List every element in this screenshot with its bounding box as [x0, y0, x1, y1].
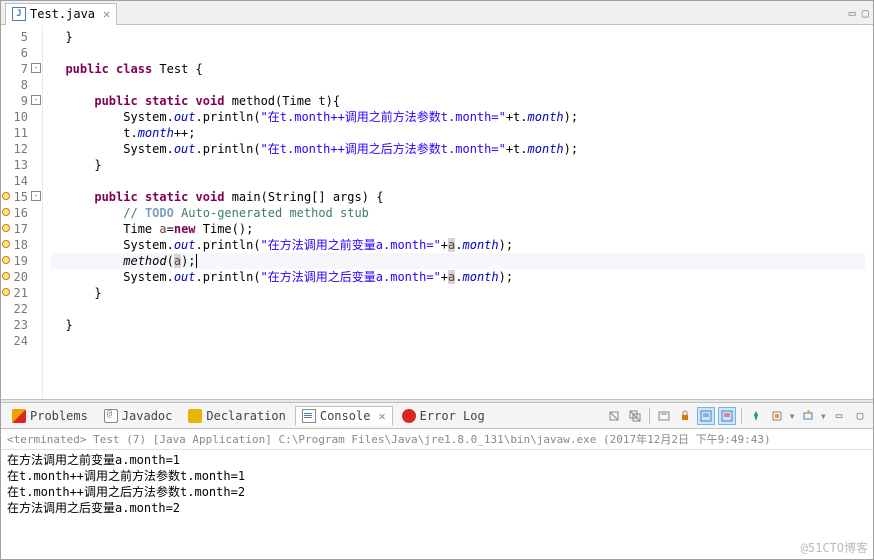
tab-label: Console	[320, 409, 371, 423]
tab-console[interactable]: Console ✕	[295, 406, 393, 426]
console-toolbar: ▾ ▾ ▭ ▢	[605, 407, 869, 425]
tab-filename: Test.java	[30, 7, 95, 21]
tab-problems[interactable]: Problems	[5, 406, 95, 426]
editor-tabbar: J Test.java ✕ ▭ ▢	[1, 1, 873, 25]
console-panel: <terminated> Test (7) [Java Application]…	[1, 429, 873, 559]
javadoc-icon	[104, 409, 118, 423]
tab-label: Error Log	[420, 409, 485, 423]
console-icon	[302, 409, 316, 423]
tab-label: Declaration	[206, 409, 285, 423]
maximize-icon[interactable]: ▢	[862, 6, 869, 20]
show-console-error-icon[interactable]	[718, 407, 736, 425]
show-console-output-icon[interactable]	[697, 407, 715, 425]
watermark: @51CTO博客	[801, 539, 868, 556]
console-status: <terminated> Test (7) [Java Application]…	[1, 429, 873, 450]
tab-label: Javadoc	[122, 409, 173, 423]
tab-label: Problems	[30, 409, 88, 423]
console-output[interactable]: 在方法调用之前变量a.month=1 在t.month++调用之前方法参数t.m…	[1, 450, 873, 559]
tab-javadoc[interactable]: Javadoc	[97, 406, 180, 426]
java-file-icon: J	[12, 7, 26, 21]
editor-tab-testjava[interactable]: J Test.java ✕	[5, 3, 117, 25]
code-area[interactable]: } public class Test { public static void…	[43, 25, 873, 399]
tab-errorlog[interactable]: Error Log	[395, 406, 492, 426]
separator	[741, 408, 742, 424]
clear-console-icon[interactable]	[655, 407, 673, 425]
close-icon[interactable]: ✕	[378, 409, 385, 423]
code-editor[interactable]: 567-89-101112131415-161718192021222324 }…	[1, 25, 873, 399]
display-selected-icon[interactable]	[768, 407, 786, 425]
open-console-icon[interactable]	[799, 407, 817, 425]
minimize-icon[interactable]: ▭	[830, 407, 848, 425]
remove-all-icon[interactable]	[626, 407, 644, 425]
minimize-icon[interactable]: ▭	[849, 6, 856, 20]
bottom-tabbar: Problems Javadoc Declaration Console ✕ E…	[1, 403, 873, 429]
pin-console-icon[interactable]	[747, 407, 765, 425]
scroll-lock-icon[interactable]	[676, 407, 694, 425]
declaration-icon	[188, 409, 202, 423]
problems-icon	[12, 409, 26, 423]
separator	[649, 408, 650, 424]
close-icon[interactable]: ✕	[103, 7, 110, 21]
window-controls: ▭ ▢	[849, 6, 869, 20]
error-icon	[402, 409, 416, 423]
tab-declaration[interactable]: Declaration	[181, 406, 292, 426]
remove-launch-icon[interactable]	[605, 407, 623, 425]
maximize-icon[interactable]: ▢	[851, 407, 869, 425]
line-gutter: 567-89-101112131415-161718192021222324	[1, 25, 43, 399]
